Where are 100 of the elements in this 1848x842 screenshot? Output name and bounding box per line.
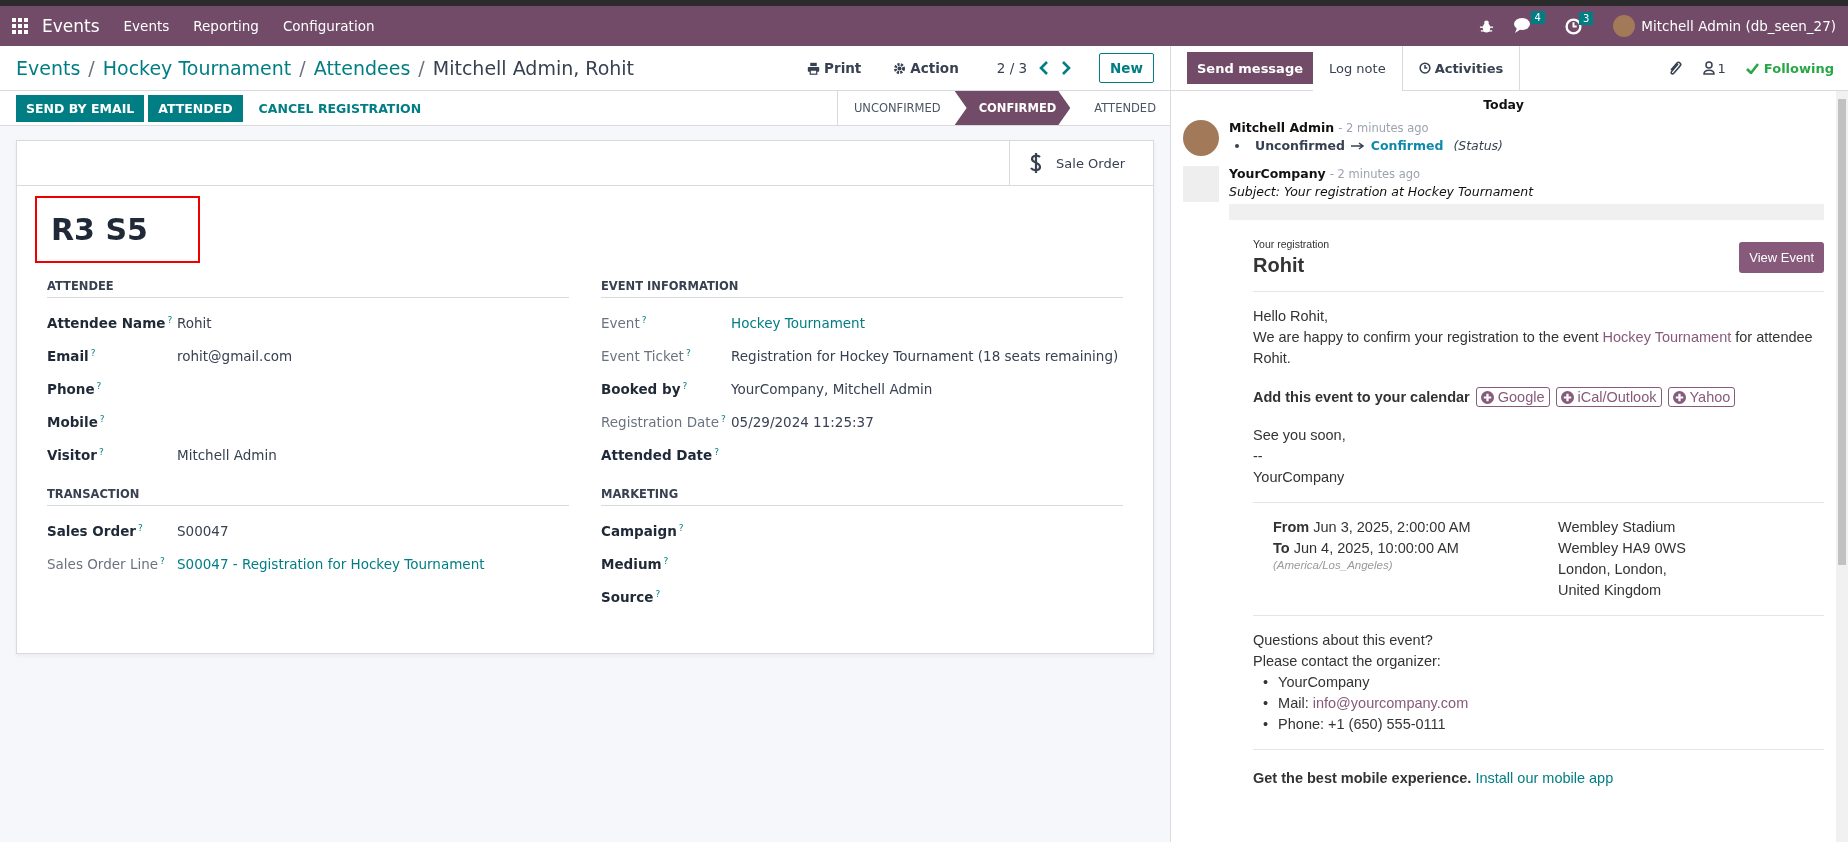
apps-menu-icon[interactable] — [12, 18, 28, 34]
following-button[interactable]: Following — [1745, 60, 1834, 76]
field-label: Email — [47, 347, 89, 364]
help-icon[interactable]: ? — [98, 446, 104, 457]
clock-icon — [1418, 62, 1431, 74]
field-link[interactable]: Hockey Tournament — [731, 314, 865, 331]
help-icon[interactable]: ? — [678, 522, 684, 533]
new-button[interactable]: New — [1099, 53, 1154, 83]
install-app-link[interactable]: Install our mobile app — [1475, 770, 1614, 786]
field-label: Event — [601, 314, 640, 331]
previous-icon[interactable] — [1039, 61, 1050, 75]
bug-icon[interactable] — [1478, 18, 1494, 34]
next-icon[interactable] — [1061, 61, 1072, 75]
contact-text: Questions about this event? — [1253, 631, 1434, 650]
event-link[interactable]: Hockey Tournament — [1602, 329, 1732, 345]
scrollbar[interactable] — [1836, 91, 1848, 842]
field-link[interactable]: S00047 - Registration for Hockey Tournament — [177, 555, 485, 572]
field-label: Medium — [601, 555, 662, 572]
gear-icon — [893, 61, 907, 75]
arrow-icon — [1350, 141, 1365, 150]
field-label: Registration Date — [601, 413, 719, 430]
field-label: Booked by — [601, 380, 681, 397]
plus-circle-icon — [1560, 390, 1574, 404]
address-line: London, London, — [1558, 560, 1668, 579]
field-label: Attendee Name — [47, 314, 166, 331]
tracked-field: (Status) — [1453, 138, 1503, 153]
calendar-label: Add this event to your calendar — [1253, 389, 1470, 405]
help-icon[interactable]: ? — [663, 555, 669, 566]
field-value[interactable]: Rohit — [177, 314, 212, 331]
breadcrumb-separator: / — [418, 57, 425, 79]
event-end: To Jun 4, 2025, 10:00:00 AM — [1273, 539, 1460, 558]
event-start: From Jun 3, 2025, 2:00:00 AM — [1273, 518, 1472, 537]
checkmark-icon — [1745, 62, 1759, 74]
breadcrumb-item[interactable]: Attendees — [313, 57, 411, 79]
help-icon[interactable]: ? — [167, 314, 173, 325]
menu-item[interactable]: Configuration — [282, 18, 375, 34]
contact-item: Phone: +1 (650) 555-0111 — [1278, 715, 1446, 734]
help-icon[interactable]: ? — [99, 413, 105, 424]
view-event-button[interactable]: View Event — [1739, 242, 1824, 273]
author-name[interactable]: YourCompany — [1229, 166, 1326, 181]
intro-paragraph: We are happy to confirm your registration to the event Hockey Tournament for attendee Rohit. — [1253, 328, 1814, 368]
help-icon[interactable]: ? — [90, 347, 96, 358]
message-time: - 2 minutes ago — [1338, 121, 1429, 135]
help-icon[interactable]: ? — [137, 522, 143, 533]
menu-item[interactable]: Reporting — [193, 18, 259, 34]
status-stage[interactable]: CONFIRMED — [954, 91, 1071, 125]
author-name[interactable]: Mitchell Admin — [1229, 120, 1335, 135]
calendar-button[interactable]: Yahoo — [1667, 387, 1736, 407]
pager-value[interactable]: 2 / 3 — [996, 60, 1028, 76]
follower-count[interactable]: 1 — [1717, 60, 1726, 76]
calendar-button[interactable]: Google — [1475, 387, 1550, 407]
help-icon[interactable]: ? — [641, 314, 647, 325]
user-name[interactable]: Mitchell Admin (db_seen_27) — [1641, 18, 1836, 34]
field-value[interactable]: rohit@gmail.com — [177, 347, 293, 364]
plus-circle-icon — [1480, 390, 1494, 404]
signoff-line: See you soon, — [1253, 426, 1347, 445]
field-value[interactable]: S00047 — [177, 522, 229, 539]
help-icon[interactable]: ? — [655, 588, 661, 599]
bullet-icon — [1235, 143, 1239, 148]
author-avatar — [1183, 120, 1219, 156]
menu-item[interactable]: Events — [123, 18, 170, 34]
help-icon[interactable]: ? — [714, 446, 719, 457]
breadcrumb-item[interactable]: Mitchell Admin, Rohit — [432, 57, 635, 79]
activities-button[interactable]: Activities — [1401, 46, 1521, 90]
message-count-badge: 4 — [1530, 11, 1545, 24]
breadcrumb-item[interactable]: Events — [16, 57, 81, 79]
help-icon[interactable]: ? — [682, 380, 688, 391]
address-line: Wembley Stadium — [1558, 518, 1677, 537]
breadcrumb-item[interactable]: Hockey Tournament — [102, 57, 292, 79]
email-link[interactable]: info@yourcompany.com — [1312, 695, 1469, 711]
action-button[interactable]: CANCEL REGISTRATION — [246, 94, 434, 122]
contact-item: YourCompany — [1278, 673, 1370, 692]
help-icon[interactable]: ? — [96, 380, 102, 391]
action-button[interactable]: ATTENDED — [148, 94, 243, 122]
help-icon[interactable]: ? — [720, 413, 726, 424]
calendar-button[interactable]: iCal/Outlook — [1555, 387, 1662, 407]
field-value[interactable]: 05/29/2024 11:25:37 — [731, 413, 874, 430]
mobile-app-text: Get the best mobile experience. Install our mobile app — [1253, 769, 1615, 788]
print-button[interactable]: Print — [801, 59, 868, 77]
sale-order-button[interactable]: Sale Order — [1009, 141, 1153, 185]
breadcrumb-separator: / — [88, 57, 95, 79]
app-title[interactable]: Events — [42, 16, 100, 36]
record-title: R3 S5 — [51, 212, 148, 247]
group-title: TRANSACTION — [47, 487, 569, 506]
field-label: Visitor — [47, 446, 97, 463]
field-label: Sales Order — [47, 522, 136, 539]
clock-icon[interactable] — [1565, 17, 1582, 35]
plus-circle-icon — [1672, 390, 1686, 404]
bullet-icon: • — [1263, 714, 1269, 735]
group-title: MARKETING — [601, 487, 1123, 506]
help-icon[interactable]: ? — [685, 347, 691, 358]
field-value[interactable]: Mitchell Admin — [177, 446, 277, 463]
field-label: Event Ticket — [601, 347, 684, 364]
field-value[interactable]: YourCompany, Mitchell Admin — [731, 380, 933, 397]
send-message-button[interactable]: Send message — [1187, 52, 1313, 84]
help-icon[interactable]: ? — [160, 555, 165, 566]
action-button[interactable]: Action — [887, 59, 965, 77]
field-value[interactable]: Registration for Hockey Tournament (18 seats remaining) — [731, 347, 1119, 364]
bullet-icon: • — [1263, 693, 1269, 714]
action-button[interactable]: SEND BY EMAIL — [16, 94, 145, 122]
